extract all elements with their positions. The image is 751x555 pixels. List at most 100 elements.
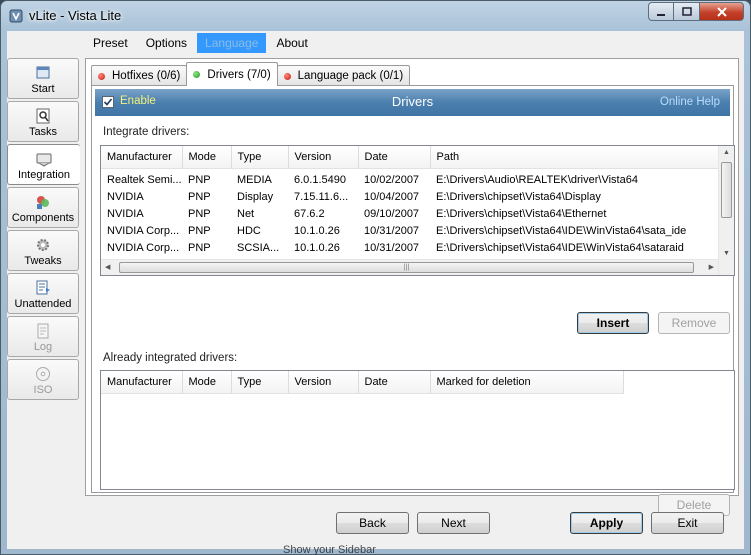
- tweaks-icon: [37, 239, 49, 251]
- scroll-down-icon[interactable]: ▼: [723, 250, 730, 257]
- column-header[interactable]: Date: [358, 146, 431, 169]
- window-title: vLite - Vista Lite: [29, 8, 122, 23]
- table-row[interactable]: NVIDIA Corp... PNP SCSIA... 10.1.0.26 10…: [101, 239, 723, 256]
- cell-manufacturer: NVIDIA Corp...: [107, 241, 180, 254]
- table-row[interactable]: NVIDIA PNP Display 7.15.11.6... 10/04/20…: [101, 188, 723, 205]
- scroll-right-icon[interactable]: ▶: [709, 263, 714, 271]
- sidebar-item-label: Integration: [18, 169, 70, 181]
- cell-path: E:\Drivers\chipset\Vista64\Display: [436, 190, 601, 203]
- status-green-icon: [193, 71, 201, 78]
- sidebar-item-unattended[interactable]: Unattended: [7, 273, 79, 314]
- sidebar-item-log[interactable]: Log: [7, 316, 79, 357]
- close-icon: [716, 6, 727, 17]
- menu-about[interactable]: About: [268, 33, 315, 53]
- vertical-scrollbar[interactable]: ▲ ▼: [718, 146, 734, 275]
- next-button[interactable]: Next: [417, 512, 490, 534]
- minimize-icon: [657, 13, 665, 16]
- cell-mode: PNP: [188, 241, 211, 254]
- integrate-drivers-list[interactable]: Manufacturer Mode Type Version Date Path…: [100, 145, 735, 276]
- client-area: Preset Options Language About Start Task…: [7, 31, 744, 549]
- menu-language[interactable]: Language: [197, 33, 267, 53]
- exit-button[interactable]: Exit: [651, 512, 724, 534]
- integrated-drivers-label: Already integrated drivers:: [103, 352, 238, 364]
- sidebar-item-label: Components: [11, 212, 75, 224]
- column-header[interactable]: Version: [288, 146, 359, 169]
- column-header[interactable]: Mode: [182, 146, 232, 169]
- integrate-drivers-label: Integrate drivers:: [103, 126, 190, 138]
- cell-version: 6.0.1.5490: [294, 173, 346, 186]
- integrated-drivers-list[interactable]: Manufacturer Mode Type Version Date Mark…: [100, 370, 735, 490]
- column-header[interactable]: Mode: [182, 371, 232, 394]
- column-header[interactable]: Type: [231, 371, 289, 394]
- drivers-header-bar: Enable Drivers Online Help: [95, 89, 730, 116]
- sidebar-item-tweaks[interactable]: Tweaks: [7, 230, 79, 271]
- unattended-icon: [36, 280, 50, 295]
- sidebar-item-label: Log: [33, 341, 53, 353]
- cell-path: E:\Drivers\chipset\Vista64\IDE\WinVista6…: [436, 224, 687, 237]
- list-header-row: Manufacturer Mode Type Version Date Path: [101, 146, 724, 169]
- menu-bar: Preset Options Language About: [85, 31, 318, 55]
- sidebar-item-tasks[interactable]: Tasks: [7, 101, 79, 142]
- insert-button[interactable]: Insert: [577, 312, 649, 334]
- column-header[interactable]: Manufacturer: [101, 146, 183, 169]
- tab-drivers[interactable]: Drivers (7/0): [186, 62, 278, 86]
- iso-icon: [36, 367, 50, 381]
- column-header[interactable]: Version: [288, 371, 359, 394]
- column-header[interactable]: Path: [430, 146, 724, 169]
- minimize-button[interactable]: [648, 2, 674, 21]
- status-red-icon: [98, 72, 105, 80]
- sidebar-item-label: Start: [31, 83, 55, 95]
- cell-date: 09/10/2007: [364, 207, 420, 220]
- scroll-left-icon[interactable]: ◀: [105, 263, 110, 271]
- cell-date: 10/02/2007: [364, 173, 420, 186]
- column-header[interactable]: Type: [231, 146, 289, 169]
- cell-date: 10/31/2007: [364, 241, 420, 254]
- cell-path: E:\Drivers\chipset\Vista64\Ethernet: [436, 207, 607, 220]
- sidebar-item-label: Tweaks: [24, 255, 62, 267]
- scroll-thumb[interactable]: [721, 162, 732, 218]
- sidebar-item-label: ISO: [33, 384, 53, 396]
- sidebar-item-integration[interactable]: Integration: [7, 144, 80, 185]
- status-red-icon: [283, 72, 291, 80]
- menu-preset[interactable]: Preset: [85, 33, 136, 53]
- cell-mode: PNP: [188, 207, 211, 220]
- cell-type: Net: [237, 207, 255, 220]
- panel-title: Drivers: [391, 94, 434, 109]
- sidebar-item-components[interactable]: Components: [7, 187, 79, 228]
- app-window: vLite - Vista Lite Preset Options Langua…: [0, 0, 751, 555]
- cell-version: 7.15.11.6...: [294, 190, 349, 203]
- components-icon: [37, 196, 49, 209]
- column-header[interactable]: Date: [358, 371, 431, 394]
- column-header[interactable]: Marked for deletion: [430, 371, 624, 394]
- horizontal-scrollbar[interactable]: ◀ ||| ▶: [101, 259, 718, 275]
- tasks-icon: [36, 108, 50, 124]
- online-help-link[interactable]: Online Help: [660, 96, 720, 108]
- cell-path: E:\Drivers\Audio\REALTEK\driver\Vista64: [436, 173, 638, 186]
- cell-date: 10/31/2007: [364, 224, 420, 237]
- sidebar-item-label: Unattended: [14, 298, 72, 310]
- sidebar-item-iso[interactable]: ISO: [7, 359, 79, 400]
- cell-mode: PNP: [188, 190, 211, 203]
- cell-path: E:\Drivers\chipset\Vista64\IDE\WinVista6…: [436, 241, 684, 254]
- scroll-thumb[interactable]: |||: [119, 262, 694, 273]
- cell-type: HDC: [237, 224, 261, 237]
- scroll-up-icon[interactable]: ▲: [723, 149, 730, 156]
- close-button[interactable]: [700, 2, 744, 21]
- table-row[interactable]: Realtek Semi... PNP MEDIA 6.0.1.5490 10/…: [101, 168, 723, 188]
- tab-language-pack[interactable]: Language pack (0/1): [276, 65, 411, 86]
- cell-type: SCSIA...: [237, 241, 280, 254]
- sidebar-item-start[interactable]: Start: [7, 58, 79, 99]
- table-row[interactable]: NVIDIA PNP Net 67.6.2 09/10/2007 E:\Driv…: [101, 205, 723, 222]
- column-header[interactable]: Manufacturer: [101, 371, 183, 394]
- table-row[interactable]: NVIDIA Corp... PNP HDC 10.1.0.26 10/31/2…: [101, 222, 723, 239]
- maximize-button[interactable]: [674, 2, 700, 21]
- sidebar: Start Tasks Integration Components Tweak…: [7, 58, 80, 402]
- tab-label: Drivers (7/0): [207, 68, 271, 81]
- back-button[interactable]: Back: [336, 512, 409, 534]
- remove-button[interactable]: Remove: [658, 312, 730, 334]
- menu-options[interactable]: Options: [138, 33, 195, 53]
- tab-hotfixes[interactable]: Hotfixes (0/6): [91, 65, 188, 86]
- apply-button[interactable]: Apply: [570, 512, 643, 534]
- cell-manufacturer: Realtek Semi...: [107, 173, 182, 186]
- title-bar[interactable]: vLite - Vista Lite: [1, 1, 750, 31]
